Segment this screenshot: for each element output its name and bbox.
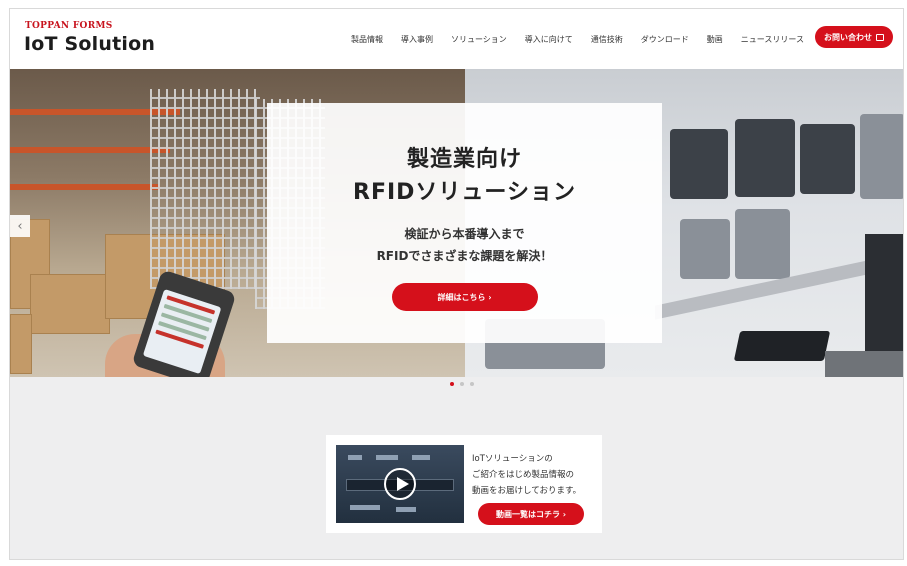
laptop-screen (865, 234, 903, 364)
nav-solutions[interactable]: ソリューション (442, 34, 516, 45)
hero-title-line2: RFIDソリューション (353, 180, 576, 205)
engine-block (735, 119, 795, 197)
video-text-line1: IoTソリューションの (472, 454, 553, 464)
engine-block (735, 209, 790, 279)
play-icon[interactable] (384, 468, 416, 500)
video-text-line3: 動画をお届けしております。 (472, 486, 582, 496)
engine-block (800, 124, 855, 194)
external-link-icon (876, 33, 884, 41)
nav-case-studies[interactable]: 導入事例 (392, 34, 442, 45)
nav-products[interactable]: 製品情報 (342, 34, 392, 45)
contact-button-label: お問い合わせ (824, 32, 872, 42)
tablet-device (733, 331, 831, 361)
hero-caption-card: 製造業向け RFIDソリューション 検証から本番導入まで RFIDでさまざまな課… (267, 103, 662, 343)
hero-subtitle-line2: RFIDでさまざまな課題を解決！ (376, 249, 553, 263)
video-list-button[interactable]: 動画一覧はコチラ › (478, 503, 584, 525)
site-header: TOPPAN FORMS IoT Solution 製品情報 導入事例 ソリュー… (10, 9, 903, 69)
details-button[interactable]: 詳細はこちら › (391, 283, 538, 311)
video-thumbnail[interactable] (336, 445, 464, 523)
hero-subtitle-line1: 検証から本番導入まで (404, 227, 525, 241)
company-logo-text[interactable]: TOPPAN FORMS (25, 21, 113, 31)
shelf (10, 184, 160, 190)
nav-communication-tech[interactable]: 通信技術 (582, 34, 632, 45)
site-logo[interactable]: IoT Solution (24, 33, 155, 55)
video-promo-card: IoTソリューションの ご紹介をはじめ製品情報の 動画をお届けしております。 動… (326, 435, 602, 533)
hero-carousel: 製造業向け RFIDソリューション 検証から本番導入まで RFIDでさまざまな課… (10, 69, 903, 377)
nav-download[interactable]: ダウンロード (632, 34, 698, 45)
cardboard-box (10, 314, 32, 374)
carousel-dot-1[interactable] (450, 382, 454, 386)
video-text-line2: ご紹介をはじめ製品情報の (472, 470, 575, 480)
nav-introduction[interactable]: 導入に向けて (516, 34, 582, 45)
nav-news[interactable]: ニュースリリース (732, 34, 813, 45)
chevron-left-icon: ‹ (17, 218, 23, 234)
engine-block (670, 129, 728, 199)
engine-block (680, 219, 730, 279)
shelf (10, 147, 170, 153)
hero-title-line1: 製造業向け (406, 147, 522, 172)
main-nav: 製品情報 導入事例 ソリューション 導入に向けて 通信技術 ダウンロード 動画 … (342, 34, 813, 45)
roll-cage (150, 89, 260, 289)
nav-video[interactable]: 動画 (698, 34, 732, 45)
device-screen (142, 288, 222, 375)
browser-viewport: TOPPAN FORMS IoT Solution 製品情報 導入事例 ソリュー… (9, 8, 904, 560)
engine-block (860, 114, 903, 199)
hero-title: 製造業向け RFIDソリューション (267, 143, 662, 209)
carousel-prev-button[interactable]: ‹ (10, 215, 30, 237)
hero-subtitle: 検証から本番導入まで RFIDでさまざまな課題を解決！ (267, 223, 662, 267)
laptop-keyboard (825, 351, 903, 377)
carousel-dot-2[interactable] (460, 382, 464, 386)
cardboard-box (30, 274, 110, 334)
contact-button[interactable]: お問い合わせ (815, 26, 893, 48)
carousel-dots (450, 382, 474, 386)
carousel-dot-3[interactable] (470, 382, 474, 386)
video-description: IoTソリューションの ご紹介をはじめ製品情報の 動画をお届けしております。 (472, 451, 597, 499)
